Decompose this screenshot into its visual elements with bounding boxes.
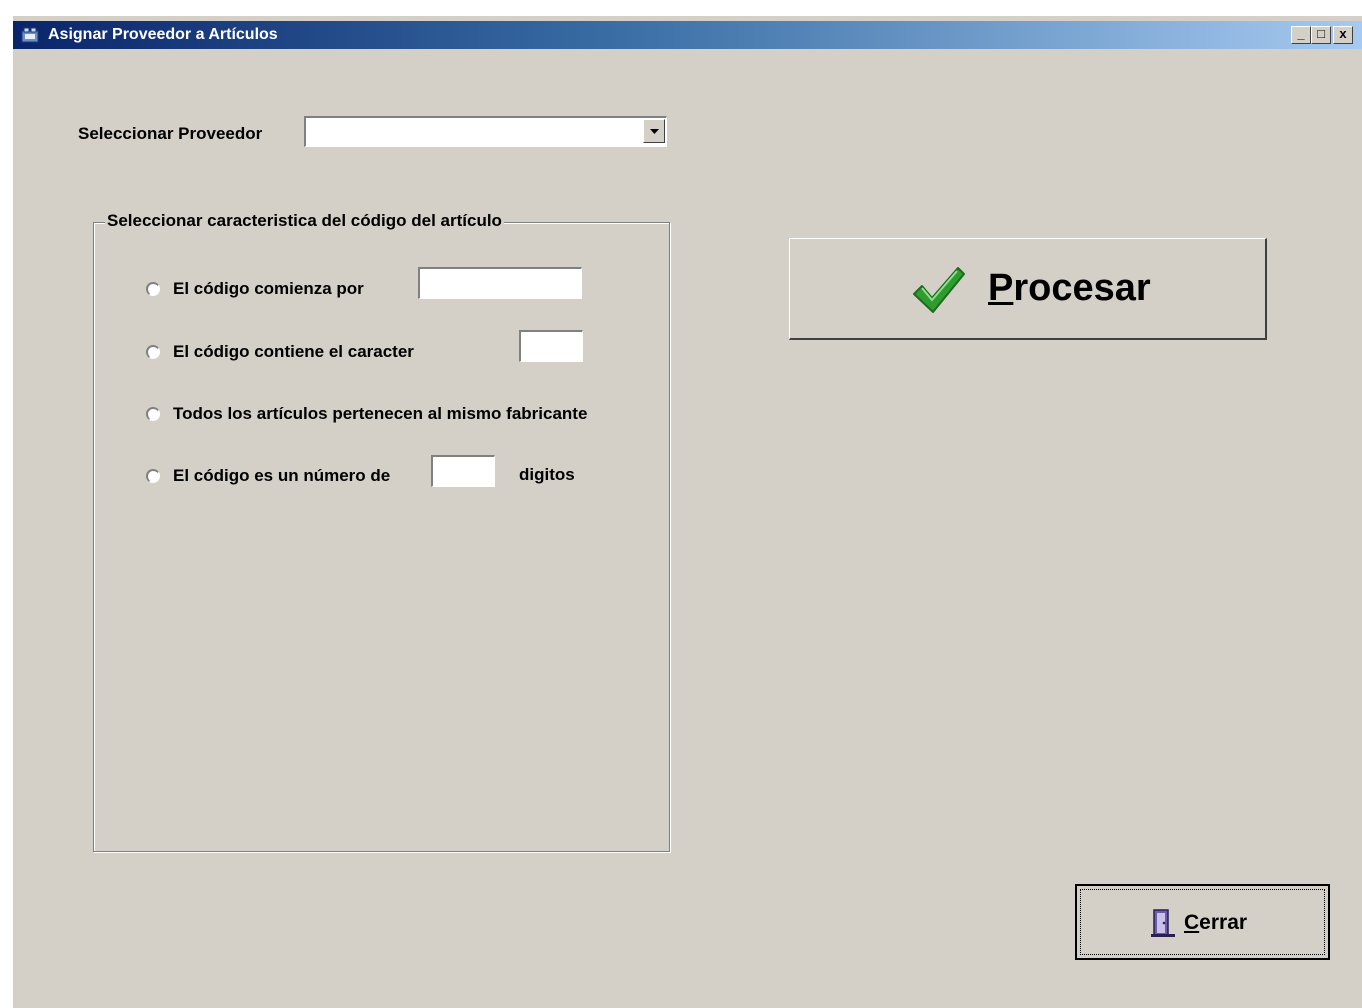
digits-suffix-label: digitos [519,465,575,484]
radio-starts-with[interactable] [146,282,160,296]
window-title: Asignar Proveedor a Artículos [48,26,278,43]
close-window-button[interactable]: x [1333,26,1353,44]
close-button[interactable]: Cerrar [1075,884,1330,960]
option-same-manufacturer-label: Todos los artículos pertenecen al mismo … [173,404,588,423]
code-characteristic-group: Seleccionar caracteristica del código de… [93,211,670,852]
group-title: Seleccionar caracteristica del código de… [105,211,504,231]
supplier-label: Seleccionar Proveedor [78,124,263,143]
option-contains-char-label: El código contiene el caracter [173,342,414,361]
close-button-label: Cerrar [1184,911,1248,934]
combo-dropdown-button[interactable] [643,119,665,143]
option-starts-with-label: El código comienza por [173,279,364,298]
chevron-down-icon [650,129,659,134]
checkmark-icon [910,264,966,321]
digit-count-input[interactable] [431,455,495,487]
maximize-button[interactable]: □ [1311,26,1331,44]
option-digit-count-label: El código es un número de [173,466,391,485]
contains-char-input[interactable] [519,330,583,362]
supplier-combobox[interactable] [304,116,667,147]
radio-digit-count[interactable] [146,469,160,483]
radio-contains-char[interactable] [146,345,160,359]
radio-same-manufacturer[interactable] [146,407,160,421]
process-button[interactable]: Procesar [789,238,1267,340]
app-icon [21,27,39,43]
app-window: Asignar Proveedor a Artículos _ □ x Sele… [12,15,1362,1008]
title-bar[interactable]: Asignar Proveedor a Artículos _ □ x [13,21,1362,49]
minimize-button[interactable]: _ [1291,26,1311,44]
door-exit-icon [1151,908,1177,943]
starts-with-input[interactable] [418,267,582,299]
process-button-label: Procesar [988,267,1151,309]
